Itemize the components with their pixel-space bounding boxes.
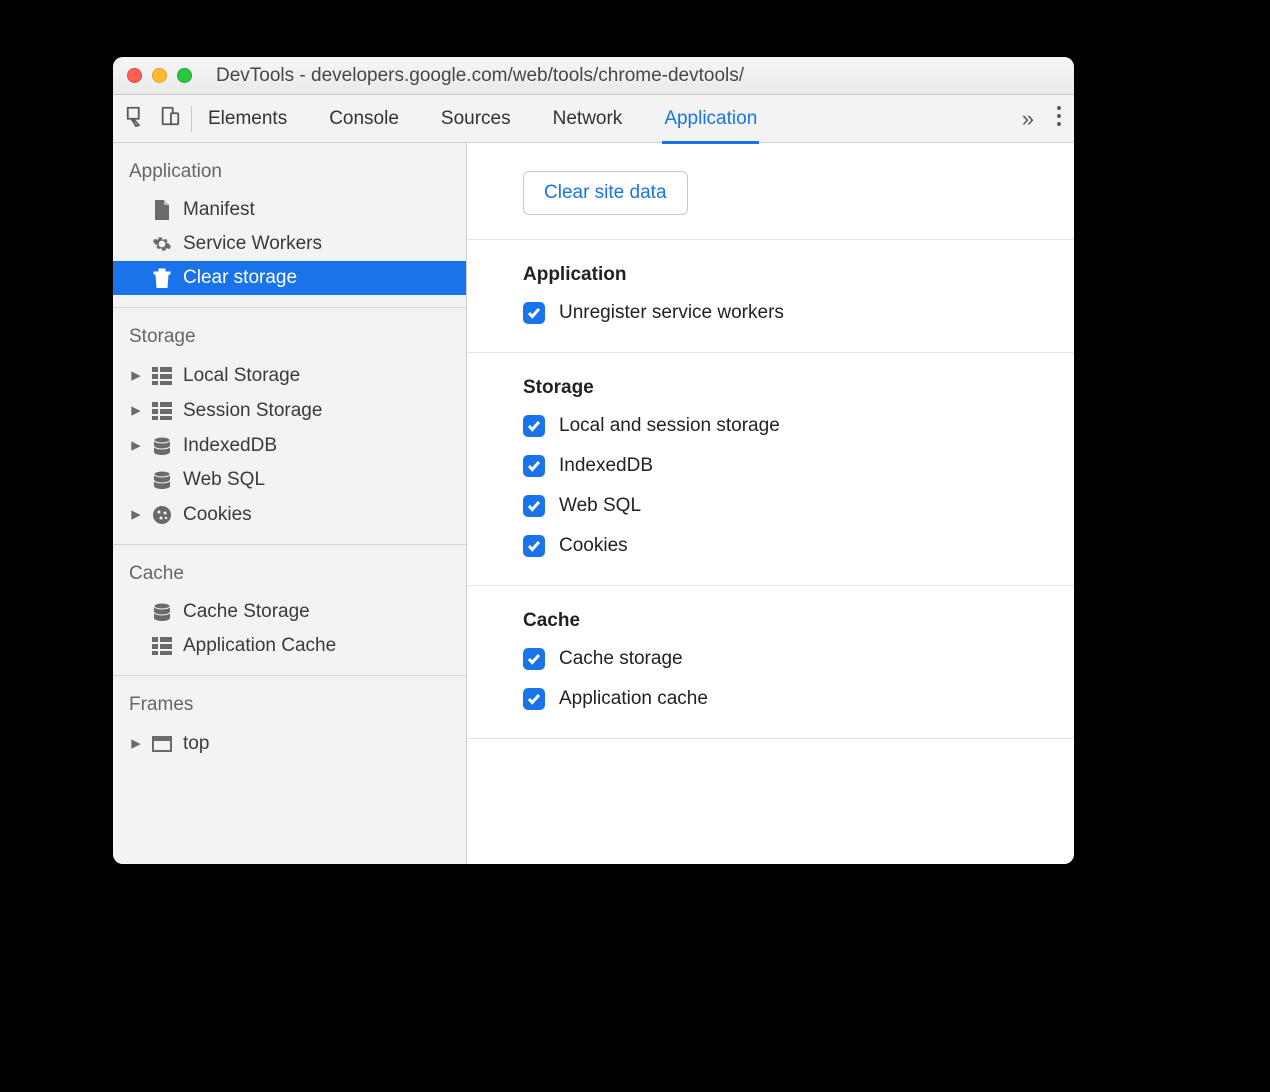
tab-elements[interactable]: Elements xyxy=(206,108,289,142)
section-cache: Cache Cache storage Application cache xyxy=(467,586,1074,739)
gear-icon xyxy=(151,233,173,255)
inspect-element-icon[interactable] xyxy=(125,105,147,132)
sidebar-item-application-cache[interactable]: Application Cache xyxy=(113,629,466,663)
caret-right-icon[interactable]: ▸ xyxy=(129,364,143,387)
tab-network[interactable]: Network xyxy=(551,108,625,142)
option-label: Cache storage xyxy=(559,648,683,670)
grid-icon xyxy=(151,400,173,422)
cookie-icon xyxy=(151,504,173,526)
clear-storage-pane: Clear site data Application Unregister ser… xyxy=(467,143,1074,864)
option-cache-storage[interactable]: Cache storage xyxy=(523,648,1074,670)
checkbox-icon[interactable] xyxy=(523,455,545,477)
menu-icon[interactable] xyxy=(1056,105,1062,132)
sidebar-item-label: Manifest xyxy=(183,199,255,221)
section-title: Application xyxy=(523,264,1074,286)
sidebar-item-manifest[interactable]: Manifest xyxy=(113,193,466,227)
panel-tabs: ElementsConsoleSourcesNetworkApplication xyxy=(206,101,1022,137)
more-tabs-icon[interactable]: » xyxy=(1022,106,1034,132)
sidebar-item-label: Cache Storage xyxy=(183,601,310,623)
checkbox-icon[interactable] xyxy=(523,302,545,324)
sidebar-item-service-workers[interactable]: Service Workers xyxy=(113,227,466,261)
tab-application[interactable]: Application xyxy=(662,108,759,144)
sidebar-item-web-sql[interactable]: Web SQL xyxy=(113,463,466,497)
file-icon xyxy=(151,199,173,221)
section-storage: Storage Local and session storage IndexedD… xyxy=(467,353,1074,586)
grid-icon xyxy=(151,365,173,387)
sidebar-item-label: top xyxy=(183,733,209,755)
sidebar-item-session-storage[interactable]: ▸ Session Storage xyxy=(113,393,466,428)
option-label: Web SQL xyxy=(559,495,641,517)
checkbox-icon[interactable] xyxy=(523,415,545,437)
sidebar-item-top[interactable]: ▸ top xyxy=(113,726,466,761)
sidebar-group-title: Storage xyxy=(113,322,466,358)
sidebar-group-application: Application Manifest Service Workers Clear … xyxy=(113,143,466,308)
frame-icon xyxy=(151,733,173,755)
clear-site-data-button[interactable]: Clear site data xyxy=(523,171,688,215)
panel-body: Application Manifest Service Workers Clear … xyxy=(113,143,1074,864)
zoom-window-button[interactable] xyxy=(177,68,192,83)
sidebar-item-label: Service Workers xyxy=(183,233,322,255)
sidebar-item-cookies[interactable]: ▸ Cookies xyxy=(113,497,466,532)
device-toggle-icon[interactable] xyxy=(159,105,181,132)
option-label: Local and session storage xyxy=(559,415,780,437)
grid-icon xyxy=(151,635,173,657)
devtools-toolbar: ElementsConsoleSourcesNetworkApplication… xyxy=(113,95,1074,143)
option-indexeddb[interactable]: IndexedDB xyxy=(523,455,1074,477)
section-application: Application Unregister service workers xyxy=(467,240,1074,353)
option-label: IndexedDB xyxy=(559,455,653,477)
caret-right-icon[interactable]: ▸ xyxy=(129,732,143,755)
caret-right-icon[interactable]: ▸ xyxy=(129,434,143,457)
sidebar-group-frames: Frames ▸ top xyxy=(113,676,466,773)
toolbar-left-icons xyxy=(125,105,181,132)
sidebar-group-cache: Cache Cache Storage Application Cache xyxy=(113,545,466,676)
sidebar-group-title: Frames xyxy=(113,690,466,726)
tab-sources[interactable]: Sources xyxy=(439,108,513,142)
option-label: Unregister service workers xyxy=(559,302,784,324)
option-local-and-session-storage[interactable]: Local and session storage xyxy=(523,415,1074,437)
sidebar-group-title: Cache xyxy=(113,559,466,595)
option-application-cache[interactable]: Application cache xyxy=(523,688,1074,710)
sidebar-item-label: Local Storage xyxy=(183,365,300,387)
sidebar-group-title: Application xyxy=(113,157,466,193)
section-title: Cache xyxy=(523,610,1074,632)
option-label: Application cache xyxy=(559,688,708,710)
sidebar-item-label: Application Cache xyxy=(183,635,336,657)
sidebar-item-cache-storage[interactable]: Cache Storage xyxy=(113,595,466,629)
checkbox-icon[interactable] xyxy=(523,688,545,710)
tab-console[interactable]: Console xyxy=(327,108,401,142)
sidebar-item-label: IndexedDB xyxy=(183,435,277,457)
sidebar-item-clear-storage[interactable]: Clear storage xyxy=(113,261,466,295)
devtools-window: DevTools - developers.google.com/web/too… xyxy=(113,57,1074,864)
sidebar-item-indexeddb[interactable]: ▸ IndexedDB xyxy=(113,428,466,463)
clear-site-data-section: Clear site data xyxy=(467,143,1074,240)
close-window-button[interactable] xyxy=(127,68,142,83)
db-icon xyxy=(151,601,173,623)
sidebar-item-label: Web SQL xyxy=(183,469,265,491)
application-sidebar: Application Manifest Service Workers Clear … xyxy=(113,143,467,864)
sidebar-item-local-storage[interactable]: ▸ Local Storage xyxy=(113,358,466,393)
section-title: Storage xyxy=(523,377,1074,399)
sidebar-group-storage: Storage ▸ Local Storage ▸ Session Storage ▸ In… xyxy=(113,308,466,545)
checkbox-icon[interactable] xyxy=(523,535,545,557)
option-cookies[interactable]: Cookies xyxy=(523,535,1074,557)
sidebar-item-label: Cookies xyxy=(183,504,252,526)
option-web-sql[interactable]: Web SQL xyxy=(523,495,1074,517)
checkbox-icon[interactable] xyxy=(523,648,545,670)
traffic-lights xyxy=(127,68,192,83)
minimize-window-button[interactable] xyxy=(152,68,167,83)
db-icon xyxy=(151,435,173,457)
db-icon xyxy=(151,469,173,491)
sidebar-item-label: Session Storage xyxy=(183,400,322,422)
caret-right-icon[interactable]: ▸ xyxy=(129,399,143,422)
window-title: DevTools - developers.google.com/web/too… xyxy=(216,65,744,87)
sidebar-item-label: Clear storage xyxy=(183,267,297,289)
window-titlebar: DevTools - developers.google.com/web/too… xyxy=(113,57,1074,95)
caret-right-icon[interactable]: ▸ xyxy=(129,503,143,526)
trash-icon xyxy=(151,267,173,289)
toolbar-separator xyxy=(191,106,192,132)
checkbox-icon[interactable] xyxy=(523,495,545,517)
option-unregister-service-workers[interactable]: Unregister service workers xyxy=(523,302,1074,324)
option-label: Cookies xyxy=(559,535,628,557)
